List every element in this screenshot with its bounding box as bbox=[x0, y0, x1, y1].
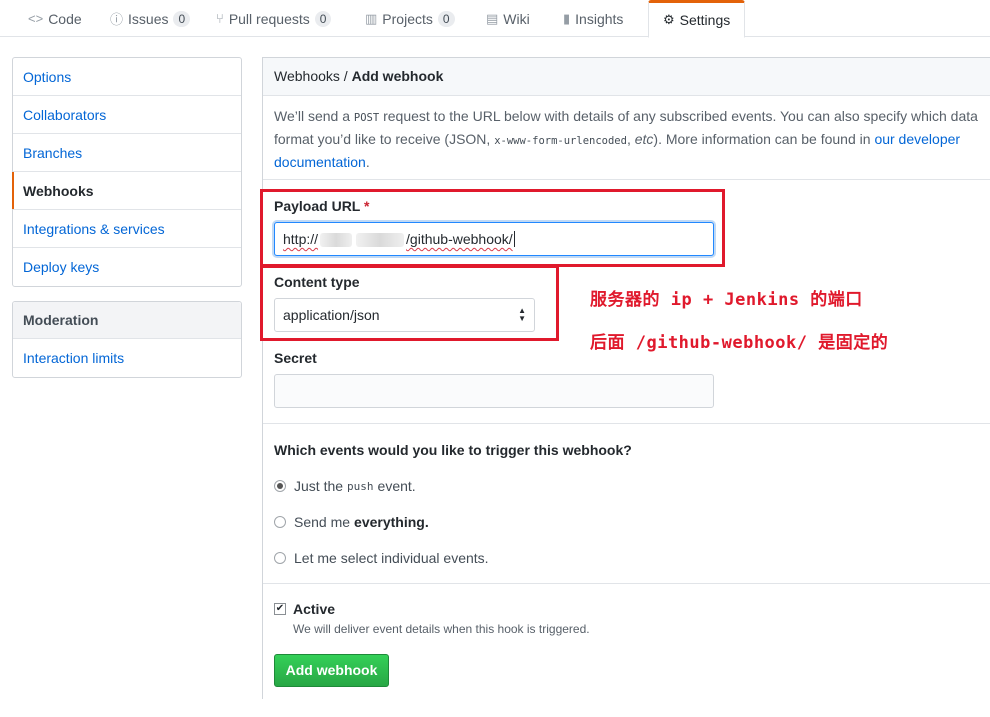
webhook-form-panel: Webhooks / Add webhook We’ll send a POST… bbox=[262, 57, 990, 699]
wiki-icon: ▤ bbox=[486, 10, 499, 26]
annotation-box-payload bbox=[260, 189, 725, 267]
gear-icon: ⚙ bbox=[663, 12, 675, 27]
event-option-text: Let me select individual events. bbox=[294, 550, 489, 566]
sidebar-item-integrations[interactable]: Integrations & services bbox=[13, 210, 241, 248]
projects-count: 0 bbox=[437, 10, 455, 27]
annotation-note-1: 服务器的 ip + Jenkins 的端口 bbox=[590, 290, 863, 310]
moderation-menu: Moderation Interaction limits bbox=[12, 301, 242, 378]
active-label: Active bbox=[293, 601, 336, 617]
sidebar-item-branches[interactable]: Branches bbox=[13, 134, 241, 172]
secret-label: Secret bbox=[274, 350, 317, 366]
intro-part: ). More information can be found in bbox=[653, 131, 875, 147]
repo-nav: <> Code ⓘ Issues 0 ⑂ Pull requests 0 ▥ P… bbox=[0, 0, 990, 38]
sidebar-item-deploy-keys[interactable]: Deploy keys bbox=[13, 248, 241, 286]
breadcrumb-webhooks[interactable]: Webhooks bbox=[274, 68, 340, 84]
active-checkbox[interactable]: ✔ bbox=[274, 603, 286, 615]
tab-insights[interactable]: ▮ Insights bbox=[563, 0, 623, 37]
breadcrumb-separator: / bbox=[339, 68, 352, 84]
sidebar-item-collaborators[interactable]: Collaborators bbox=[13, 96, 241, 134]
tab-pull-requests-label: Pull requests bbox=[228, 10, 310, 27]
tab-pull-requests[interactable]: ⑂ Pull requests 0 bbox=[216, 0, 332, 37]
issues-count: 0 bbox=[173, 10, 191, 27]
tab-issues[interactable]: ⓘ Issues 0 bbox=[110, 0, 191, 37]
event-option-bold: everything. bbox=[354, 514, 429, 530]
settings-menu: Options Collaborators Branches Webhooks … bbox=[12, 57, 242, 287]
annotation-box-content-type bbox=[260, 265, 559, 341]
tab-wiki-label: Wiki bbox=[503, 10, 530, 27]
intro-part: , bbox=[626, 131, 635, 147]
push-code: push bbox=[347, 479, 374, 493]
radio-individual[interactable] bbox=[274, 552, 286, 564]
tab-settings-label: Settings bbox=[679, 12, 731, 28]
annotation-note-2: 后面 /github-webhook/ 是固定的 bbox=[590, 333, 889, 353]
divider bbox=[263, 423, 990, 424]
event-option-individual[interactable]: Let me select individual events. bbox=[274, 550, 489, 566]
tab-projects[interactable]: ▥ Projects 0 bbox=[365, 0, 455, 37]
sidebar-item-options[interactable]: Options bbox=[13, 58, 241, 96]
radio-push[interactable] bbox=[274, 480, 286, 492]
tab-projects-label: Projects bbox=[382, 10, 433, 27]
pull-requests-count: 0 bbox=[314, 10, 332, 27]
etc-text: etc bbox=[634, 131, 654, 147]
breadcrumb: Webhooks / Add webhook bbox=[263, 58, 990, 96]
divider bbox=[263, 583, 990, 584]
post-code: POST bbox=[353, 112, 380, 124]
event-option-text: Send me bbox=[294, 514, 351, 530]
pull-request-icon: ⑂ bbox=[216, 11, 224, 26]
intro-part: . bbox=[365, 154, 370, 170]
form-encoded-code: x-www-form-urlencoded bbox=[494, 135, 627, 147]
sidebar-item-interaction-limits[interactable]: Interaction limits bbox=[13, 339, 241, 377]
radio-everything[interactable] bbox=[274, 516, 286, 528]
events-question: Which events would you like to trigger t… bbox=[274, 442, 632, 458]
intro-part: We’ll send a bbox=[274, 108, 354, 124]
page-title: Add webhook bbox=[351, 68, 444, 84]
tab-wiki[interactable]: ▤ Wiki bbox=[486, 0, 530, 37]
tab-code-label: Code bbox=[48, 10, 82, 27]
code-icon: <> bbox=[28, 11, 44, 26]
tab-code[interactable]: <> Code bbox=[28, 0, 82, 37]
project-icon: ▥ bbox=[365, 10, 378, 26]
issue-icon: ⓘ bbox=[110, 12, 124, 27]
event-option-text: Just the bbox=[294, 478, 344, 494]
divider bbox=[263, 179, 990, 180]
active-note: We will deliver event details when this … bbox=[293, 622, 590, 636]
moderation-heading: Moderation bbox=[13, 302, 241, 339]
event-option-everything[interactable]: Send me everything. bbox=[274, 514, 429, 530]
add-webhook-button[interactable]: Add webhook bbox=[274, 654, 389, 687]
tab-insights-label: Insights bbox=[575, 10, 624, 27]
event-option-push[interactable]: Just the push event. bbox=[274, 478, 416, 494]
event-option-text: event. bbox=[377, 478, 416, 494]
intro-text: We’ll send a POST request to the URL bel… bbox=[274, 106, 979, 173]
tab-issues-label: Issues bbox=[128, 10, 169, 27]
secret-input[interactable] bbox=[274, 374, 714, 408]
graph-icon: ▮ bbox=[563, 10, 571, 26]
tab-settings[interactable]: ⚙ Settings bbox=[648, 0, 746, 38]
sidebar-item-webhooks[interactable]: Webhooks bbox=[12, 172, 241, 210]
